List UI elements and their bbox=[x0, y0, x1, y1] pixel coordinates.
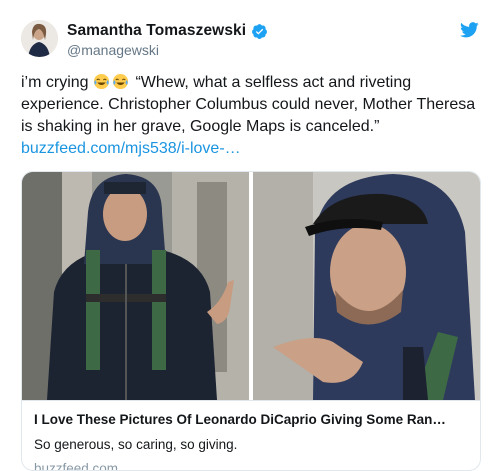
card-photo-right bbox=[253, 172, 480, 400]
author-avatar[interactable] bbox=[21, 20, 58, 57]
card-title[interactable]: I Love These Pictures Of Leonardo DiCapr… bbox=[34, 412, 464, 427]
tweet-text-prefix: i’m crying bbox=[21, 74, 89, 91]
tears-of-joy-emoji-icon bbox=[93, 73, 110, 90]
embedded-tweet: Samantha Tomaszewski @managewski i’m cry… bbox=[0, 0, 499, 471]
link-preview-card[interactable]: I Love These Pictures Of Leonardo DiCapr… bbox=[21, 171, 481, 471]
tweet-link[interactable]: buzzfeed.com/mjs538/i-love-… bbox=[21, 138, 483, 160]
card-photo-left bbox=[22, 172, 249, 400]
author-handle[interactable]: @managewski bbox=[67, 42, 159, 58]
card-image-collage bbox=[22, 172, 480, 400]
tears-of-joy-emoji-icon bbox=[112, 73, 129, 90]
tweet-text-body: “Whew, what a selfless act and riveting … bbox=[21, 74, 476, 135]
author-display-name[interactable]: Samantha Tomaszewski bbox=[67, 22, 246, 40]
twitter-bird-icon[interactable] bbox=[460, 22, 479, 38]
card-text-block: I Love These Pictures Of Leonardo DiCapr… bbox=[22, 400, 480, 471]
card-description: So generous, so caring, so giving. bbox=[34, 437, 238, 452]
tweet-text: i’m crying “Whew, what a selfless act an… bbox=[21, 72, 483, 160]
card-domain: buzzfeed.com bbox=[34, 461, 119, 471]
verified-badge-icon bbox=[252, 23, 268, 39]
author-name-row: Samantha Tomaszewski bbox=[67, 22, 268, 40]
